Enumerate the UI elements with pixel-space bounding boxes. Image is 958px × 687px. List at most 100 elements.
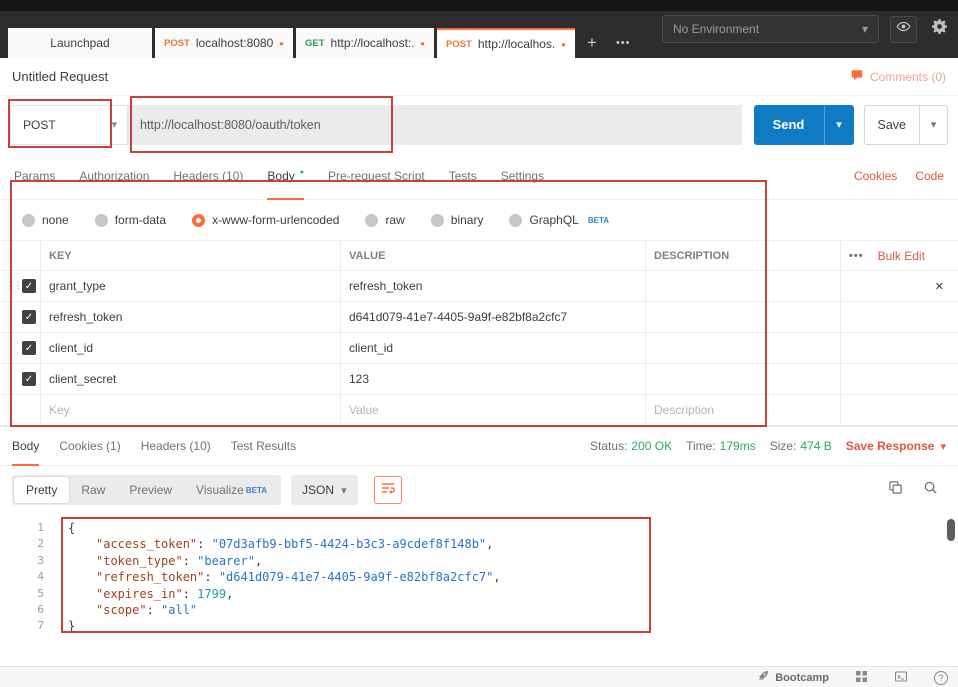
value-cell[interactable]: refresh_token xyxy=(340,271,645,301)
response-tab-cookies[interactable]: Cookies (1) xyxy=(59,427,120,465)
response-toolbar-right xyxy=(888,480,946,500)
line-number: 1 xyxy=(0,520,44,536)
key-cell[interactable]: client_secret xyxy=(40,364,340,394)
body-mode-raw[interactable]: raw xyxy=(365,213,404,227)
row-checkbox[interactable]: ✓ xyxy=(22,310,36,324)
description-cell[interactable] xyxy=(645,271,840,301)
build-grid-button[interactable] xyxy=(855,670,868,686)
drag-handle-icon[interactable]: ⋮⋮ xyxy=(5,281,21,292)
description-cell-placeholder[interactable]: Description xyxy=(645,395,840,425)
tab-params[interactable]: Params xyxy=(14,153,55,199)
environment-selector[interactable]: No Environment ▾ xyxy=(662,15,879,43)
value-cell-placeholder[interactable]: Value xyxy=(340,395,645,425)
send-button[interactable]: Send xyxy=(754,105,824,145)
table-row: ⋮⋮ ✓ grant_type refresh_token ✕ xyxy=(0,271,958,302)
console-button[interactable] xyxy=(894,670,908,686)
description-cell[interactable] xyxy=(645,333,840,363)
value-cell[interactable]: d641d079-41e7-4405-9a9f-e82bf8a2cfc7 xyxy=(340,302,645,332)
tab-label: Test Results xyxy=(231,439,296,453)
mode-label: x-www-form-urlencoded xyxy=(212,213,339,227)
save-options-button[interactable]: ▾ xyxy=(919,106,947,144)
new-tab-button[interactable]: + xyxy=(578,28,606,58)
row-actions-cell xyxy=(840,395,958,425)
response-tab-body[interactable]: Body xyxy=(12,427,39,465)
comments-button[interactable]: Comments (0) xyxy=(850,68,946,85)
view-visualize[interactable]: Visualize BETA xyxy=(184,477,279,503)
tab-label: Headers (10) xyxy=(141,439,211,453)
row-select-cell: ✓ xyxy=(0,302,40,332)
environment-quick-look-button[interactable] xyxy=(890,16,917,43)
radio-icon xyxy=(365,214,378,227)
search-response-button[interactable] xyxy=(923,480,938,500)
settings-gear-button[interactable] xyxy=(928,18,950,40)
wrap-text-button[interactable] xyxy=(374,476,402,504)
tab-settings[interactable]: Settings xyxy=(501,153,544,199)
row-checkbox[interactable]: ✓ xyxy=(22,372,36,386)
value-cell[interactable]: 123 xyxy=(340,364,645,394)
body-mode-selector: none form-data x-www-form-urlencoded raw… xyxy=(0,200,958,240)
description-cell[interactable] xyxy=(645,302,840,332)
save-response-button[interactable]: Save Response ▾ xyxy=(846,439,946,453)
radio-icon xyxy=(509,214,522,227)
response-tab-headers[interactable]: Headers (10) xyxy=(141,427,211,465)
copy-response-button[interactable] xyxy=(888,480,903,500)
view-preview[interactable]: Preview xyxy=(117,477,184,503)
body-mode-none[interactable]: none xyxy=(22,213,69,227)
radio-icon xyxy=(22,214,35,227)
tab-headers[interactable]: Headers (10) xyxy=(173,153,243,199)
url-input[interactable] xyxy=(128,105,742,145)
bulk-edit-link[interactable]: Bulk Edit xyxy=(878,249,925,263)
tab-launchpad[interactable]: Launchpad xyxy=(8,28,152,58)
delete-row-button[interactable]: ✕ xyxy=(935,280,944,293)
row-checkbox[interactable]: ✓ xyxy=(22,279,36,293)
response-tab-test-results[interactable]: Test Results xyxy=(231,427,296,465)
tab-tests[interactable]: Tests xyxy=(449,153,477,199)
key-cell[interactable]: grant_type xyxy=(40,271,340,301)
tab-method-badge: POST xyxy=(164,38,190,49)
comment-icon xyxy=(850,68,864,85)
check-icon: ✓ xyxy=(25,312,33,323)
description-cell[interactable] xyxy=(645,364,840,394)
send-options-button[interactable]: ▾ xyxy=(824,105,854,145)
wrap-text-icon xyxy=(381,481,395,500)
response-language-selector[interactable]: JSON ▾ xyxy=(291,475,358,505)
bootcamp-button[interactable]: Bootcamp xyxy=(757,670,829,685)
key-cell-placeholder[interactable]: Key xyxy=(40,395,340,425)
cookies-link[interactable]: Cookies xyxy=(854,169,897,183)
method-select[interactable]: POST ▾ xyxy=(10,105,128,145)
key-cell[interactable]: refresh_token xyxy=(40,302,340,332)
tab-pre-request-script[interactable]: Pre-request Script xyxy=(328,153,425,199)
key-cell[interactable]: client_id xyxy=(40,333,340,363)
code-line: 5 "expires_in": 1799, xyxy=(0,586,958,602)
help-button[interactable]: ? xyxy=(934,671,948,685)
more-tabs-button[interactable]: ••• xyxy=(609,28,638,58)
tab-request-1[interactable]: POST localhost:8080... ● xyxy=(155,28,293,58)
tab-request-3-active[interactable]: POST http://localhos... ● xyxy=(437,28,575,58)
tab-request-2[interactable]: GET http://localhost:... ● xyxy=(296,28,434,58)
mode-label: binary xyxy=(451,213,484,227)
body-mode-binary[interactable]: binary xyxy=(431,213,484,227)
check-icon: ✓ xyxy=(25,343,33,354)
body-mode-x-www-form-urlencoded[interactable]: x-www-form-urlencoded xyxy=(192,213,339,227)
body-mode-form-data[interactable]: form-data xyxy=(95,213,166,227)
tab-label: Cookies (1) xyxy=(59,439,120,453)
tab-authorization[interactable]: Authorization xyxy=(79,153,149,199)
scrollbar-thumb[interactable] xyxy=(947,519,955,541)
save-button[interactable]: Save xyxy=(865,106,920,144)
column-header-value: VALUE xyxy=(340,241,645,270)
view-pretty[interactable]: Pretty xyxy=(14,477,69,503)
value-cell[interactable]: client_id xyxy=(340,333,645,363)
tab-body[interactable]: Body ● xyxy=(267,153,304,199)
tab-title: Launchpad xyxy=(50,36,109,50)
tab-label: Tests xyxy=(449,169,477,183)
table-row: ✓ refresh_token d641d079-41e7-4405-9a9f-… xyxy=(0,302,958,333)
tab-strip: Launchpad POST localhost:8080... ● GET h… xyxy=(8,28,638,58)
language-label: JSON xyxy=(302,483,334,497)
tab-label: Pre-request Script xyxy=(328,169,425,183)
table-options-button[interactable]: ••• xyxy=(849,250,864,262)
code-link[interactable]: Code xyxy=(915,169,944,183)
body-mode-graphql[interactable]: GraphQL BETA xyxy=(509,213,609,227)
unsaved-dot-icon: ● xyxy=(420,39,425,48)
view-raw[interactable]: Raw xyxy=(69,477,117,503)
row-checkbox[interactable]: ✓ xyxy=(22,341,36,355)
